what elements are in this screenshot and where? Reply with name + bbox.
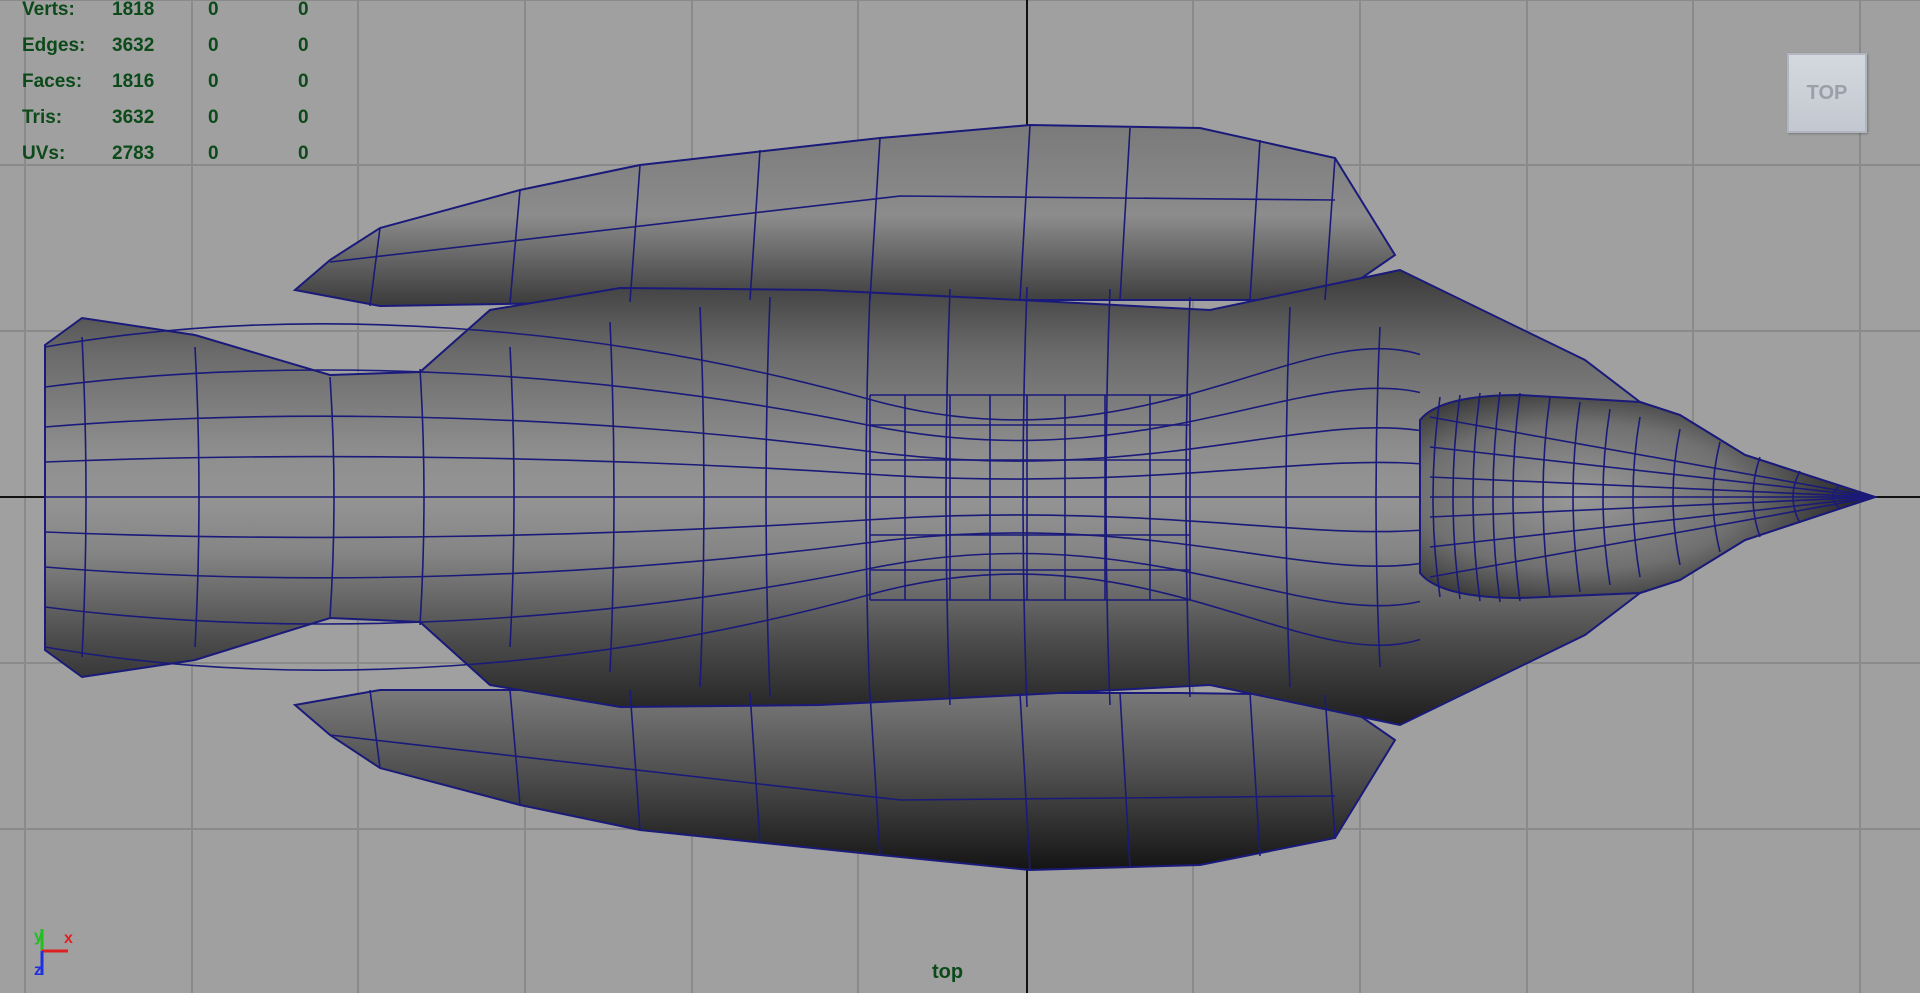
view-cube[interactable]: TOP [1787,53,1867,133]
hud-row: Verts: 1818 0 0 [22,0,338,36]
hud-label: UVs: [22,143,66,164]
hud-selected-uvs: 0 [298,71,309,92]
hud-row: Faces: 1816 0 0 [22,72,338,108]
hud-label: Faces: [22,71,83,92]
hud-selected-uvs: 0 [298,107,309,128]
hud-selected: 0 [208,107,219,128]
hud-selected-uvs: 0 [298,35,309,56]
hud-total: 1816 [112,71,155,92]
hud-selected: 0 [208,0,219,20]
hud-selected: 0 [208,71,219,92]
axis-x-label: x [64,930,73,947]
hud-row: Edges: 3632 0 0 [22,36,338,72]
bird-mesh[interactable] [44,123,1879,872]
hud-selected: 0 [208,35,219,56]
camera-name-label: top [932,961,964,983]
hud-selected: 0 [208,143,219,164]
hud-total: 3632 [112,107,155,128]
hud-total: 1818 [112,0,155,20]
hud-label: Edges: [22,35,86,56]
hud-label: Verts: [22,0,75,20]
axis-gizmo: y x z [34,928,73,979]
upper-wing[interactable] [292,123,1397,308]
hud-row: Tris: 3632 0 0 [22,108,338,144]
hud-total: 2783 [112,143,155,164]
hud-selected-uvs: 0 [298,0,309,20]
hud-row: UVs: 2783 0 0 [22,144,338,180]
view-cube-label: TOP [1806,81,1848,104]
hud-selected-uvs: 0 [298,143,309,164]
axis-y-label: y [34,928,43,945]
poly-count-hud: Verts: 1818 0 0 Edges: 3632 0 0 Faces: 1816 0 0 Tris… [22,0,338,180]
lower-wing[interactable] [292,689,1397,872]
hud-label: Tris: [22,107,63,128]
hud-total: 3632 [112,35,155,56]
viewport-top[interactable]: Verts: 1818 0 0 Edges: 3632 0 0 Faces: 1816 0 0 Tris… [0,0,1920,993]
axis-z-label: z [34,962,42,979]
